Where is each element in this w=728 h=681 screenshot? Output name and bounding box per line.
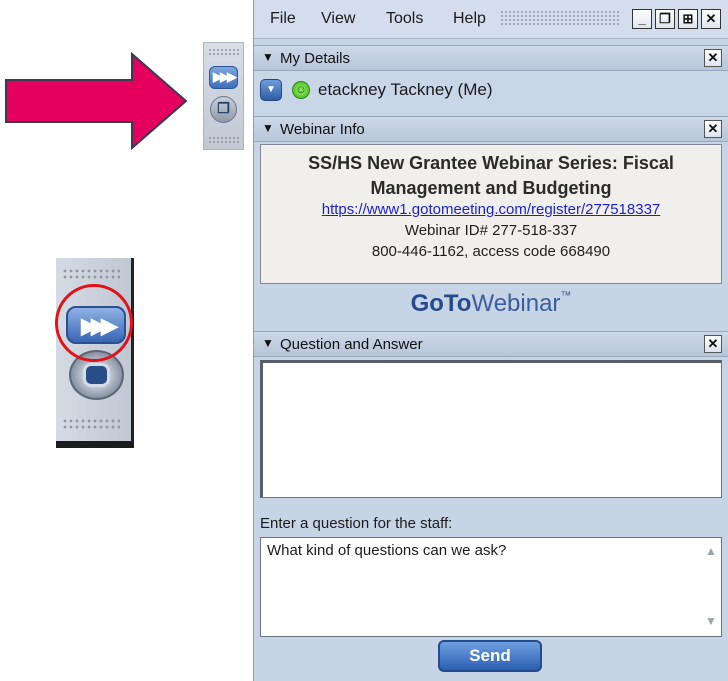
collapsed-control-strip: ▶▶▶ ❐ <box>203 42 244 150</box>
dropdown-icon[interactable]: ▼ <box>260 79 282 101</box>
menu-grip[interactable] <box>500 10 620 26</box>
gotowebinar-control-panel: File View Tools Help _ ❐ ⊞ ✕ ▼ My Detail… <box>253 0 728 681</box>
my-details-title: My Details <box>280 50 351 67</box>
pin-button[interactable]: ⊞ <box>678 9 698 29</box>
question-answer-title: Question and Answer <box>280 336 423 353</box>
logo-goto-text: GoTo <box>410 290 472 317</box>
collapse-triangle-icon[interactable]: ▼ <box>262 50 274 64</box>
double-chevron-right-icon: ▶▶▶ <box>213 69 237 84</box>
highlight-circle <box>55 284 133 362</box>
webinar-id: Webinar ID# 277-518-337 <box>404 222 578 239</box>
menu-bar: File View Tools Help _ ❐ ⊞ ✕ <box>254 0 728 39</box>
webinar-info-header[interactable]: ▼ Webinar Info ✕ <box>254 116 728 142</box>
restore-window-icon: ❐ <box>217 100 230 116</box>
grip[interactable] <box>208 48 239 56</box>
menu-file[interactable]: File <box>270 10 296 28</box>
gotowebinar-logo: GoToWebinar™ <box>254 290 728 326</box>
send-button[interactable]: Send <box>438 640 542 672</box>
scroll-down-icon[interactable]: ▼ <box>702 612 720 630</box>
smiley-icon: ☺ <box>292 81 310 99</box>
dial-in-info: 800-446-1162, access code 668490 <box>371 243 611 260</box>
menu-view[interactable]: View <box>321 10 355 28</box>
menu-help[interactable]: Help <box>453 10 486 28</box>
restore-window-icon <box>83 363 110 387</box>
strip-edge <box>131 258 134 448</box>
question-prompt-label: Enter a question for the staff: <box>260 515 453 532</box>
webinar-name: SS/HS New Grantee Webinar Series: Fiscal… <box>308 153 674 198</box>
restore-window-button[interactable]: ❐ <box>210 96 237 123</box>
menu-tools[interactable]: Tools <box>386 10 423 28</box>
logo-webinar-text: Webinar <box>471 290 561 317</box>
close-icon[interactable]: ✕ <box>704 49 722 67</box>
logo-trademark: ™ <box>560 290 572 302</box>
question-answer-header[interactable]: ▼ Question and Answer ✕ <box>254 331 728 357</box>
webinar-info-title: Webinar Info <box>280 121 365 138</box>
question-log[interactable] <box>260 360 722 498</box>
question-input[interactable]: What kind of questions can we ask? <box>260 537 722 637</box>
minimize-button[interactable]: _ <box>632 9 652 29</box>
my-details-row: ▼ ☺ etackney Tackney (Me) <box>254 71 728 113</box>
restore-button[interactable]: ❐ <box>655 9 675 29</box>
attendee-name: etackney Tackney (Me) <box>318 80 493 99</box>
close-button[interactable]: ✕ <box>701 9 721 29</box>
my-details-header[interactable]: ▼ My Details ✕ <box>254 45 728 71</box>
scroll-up-icon[interactable]: ▲ <box>702 542 720 560</box>
grip[interactable] <box>208 136 239 144</box>
close-icon[interactable]: ✕ <box>704 335 722 353</box>
grip <box>62 268 120 280</box>
close-icon[interactable]: ✕ <box>704 120 722 138</box>
collapse-triangle-icon[interactable]: ▼ <box>262 121 274 135</box>
grip <box>62 418 120 430</box>
strip-bottom-edge <box>56 441 134 448</box>
registration-link[interactable]: https://www1.gotomeeting.com/register/27… <box>261 201 721 218</box>
expand-panel-button[interactable]: ▶▶▶ <box>209 66 238 89</box>
webinar-info-body: SS/HS New Grantee Webinar Series: Fiscal… <box>260 144 722 284</box>
pointer-arrow <box>5 52 188 150</box>
collapse-triangle-icon[interactable]: ▼ <box>262 336 274 350</box>
